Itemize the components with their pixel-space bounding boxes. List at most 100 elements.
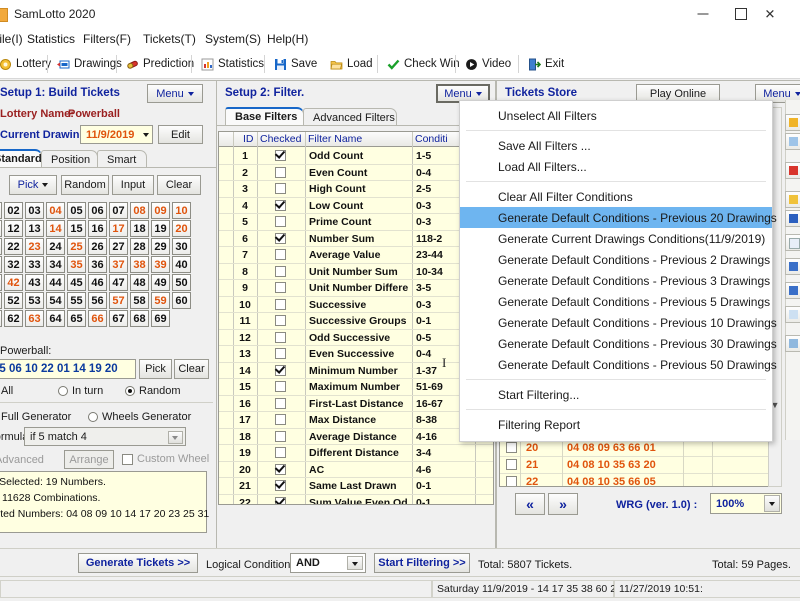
menu-option-13[interactable]: Filtering Report (460, 414, 772, 435)
ticket-row-checkbox[interactable] (506, 459, 517, 470)
maximize-button[interactable] (722, 0, 760, 28)
menu-option-0[interactable]: Unselect All Filters (460, 105, 772, 126)
powerball-clear-button[interactable]: Clear (174, 359, 209, 379)
number-cell-06[interactable]: 06 (88, 202, 107, 219)
filter-row-checkbox[interactable] (275, 480, 286, 491)
filter-row[interactable]: 14 Minimum Number 1-37 (219, 363, 493, 379)
filter-menu-dropdown[interactable]: Unselect All Filters Save All Filters ...… (459, 100, 777, 442)
minimize-button[interactable] (684, 0, 722, 28)
number-cell-23[interactable]: 23 (25, 238, 44, 255)
vtool-coin-button[interactable] (785, 191, 800, 208)
filter-row-checkbox[interactable] (275, 216, 286, 227)
menu-option-5[interactable]: Generate Current Drawings Conditions(11/… (460, 228, 772, 249)
mode-random-radio[interactable] (125, 386, 135, 396)
filter-row-checkbox[interactable] (275, 364, 286, 376)
number-cell-01[interactable]: 01 (0, 202, 2, 219)
number-cell-56[interactable]: 56 (88, 292, 107, 309)
filter-row-checkbox[interactable] (275, 265, 286, 277)
number-cell-16[interactable]: 16 (88, 220, 107, 237)
vtool-settings-button[interactable] (785, 335, 800, 352)
logical-condition-arrow[interactable] (347, 556, 363, 570)
mode-inturn-radio[interactable] (58, 386, 68, 396)
number-cell-22[interactable]: 22 (4, 238, 23, 255)
toolbar-load[interactable]: Load (325, 52, 378, 76)
filter-row[interactable]: 20 AC 4-6 (219, 462, 493, 478)
formula-combo[interactable]: if 5 match 4 (24, 427, 186, 446)
number-cell-52[interactable]: 52 (4, 292, 23, 309)
toolbar-check-win[interactable]: Check Win (382, 52, 465, 76)
powerball-field[interactable]: 25 06 10 22 01 14 19 20 (0, 359, 136, 379)
number-cell-54[interactable]: 54 (46, 292, 65, 309)
filter-row-checkbox[interactable] (275, 150, 286, 161)
number-cell-68[interactable]: 68 (130, 310, 149, 327)
menu-option-9[interactable]: Generate Default Conditions - Previous 1… (460, 312, 777, 333)
zoom-combo[interactable]: 100% (710, 493, 782, 514)
menu-option-11[interactable]: Generate Default Conditions - Previous 5… (460, 354, 777, 375)
menu-item-system[interactable]: System(S) (205, 32, 261, 46)
number-cell-65[interactable]: 65 (67, 310, 86, 327)
filter-row[interactable]: 2 Even Count 0-4 (219, 165, 493, 181)
filter-row[interactable]: 8 Unit Number Sum 10-34 (219, 264, 493, 280)
number-cell-03[interactable]: 03 (25, 202, 44, 219)
number-cell-09[interactable]: 09 (151, 202, 170, 219)
filter-row-checkbox[interactable] (275, 331, 286, 343)
number-cell-38[interactable]: 38 (130, 256, 149, 273)
number-cell-39[interactable]: 39 (151, 256, 170, 273)
menu-item-help[interactable]: Help(H) (267, 32, 308, 46)
number-cell-67[interactable]: 67 (109, 310, 128, 327)
filter-row[interactable]: 5 Prime Count 0-3 (219, 214, 493, 231)
close-button[interactable]: ✕ (762, 0, 800, 28)
number-cell-19[interactable]: 19 (151, 220, 170, 237)
filter-row-checkbox[interactable] (275, 496, 286, 504)
number-cell-44[interactable]: 44 (46, 274, 65, 291)
menu-option-12[interactable]: Start Filtering... (460, 384, 772, 405)
filter-row-checkbox[interactable] (275, 183, 286, 194)
number-cell-07[interactable]: 07 (109, 202, 128, 219)
number-cell-08[interactable]: 08 (130, 202, 149, 219)
filter-row[interactable]: 15 Maximum Number 51-69 (219, 379, 493, 396)
random-button[interactable]: Random (61, 175, 109, 195)
toolbar-video[interactable]: Video (460, 52, 516, 76)
filter-row-checkbox[interactable] (275, 463, 286, 475)
filter-row[interactable]: 10 Successive 0-3 (219, 297, 493, 313)
tab-position[interactable]: Position (41, 150, 98, 168)
filter-row[interactable]: 18 Average Distance 4-16 (219, 429, 493, 445)
edit-drawing-button[interactable]: Edit (158, 125, 203, 144)
number-grid[interactable]: 01 02 03 04 05 06 07 08 09 10 11 12 13 14 15 16 17 18 19 20… (0, 202, 213, 329)
filter-row-checkbox[interactable] (275, 232, 286, 244)
number-cell-15[interactable]: 15 (67, 220, 86, 237)
number-cell-48[interactable]: 48 (130, 274, 149, 291)
zoom-combo-arrow[interactable] (764, 495, 780, 512)
filter-row[interactable]: 3 High Count 2-5 (219, 181, 493, 198)
number-cell-02[interactable]: 02 (4, 202, 23, 219)
setup1-menu-button[interactable]: Menu (147, 84, 203, 103)
tab-smart[interactable]: Smart (97, 150, 147, 168)
ticket-row-checkbox[interactable] (506, 476, 517, 486)
number-cell-53[interactable]: 53 (25, 292, 44, 309)
number-cell-21[interactable]: 21 (0, 238, 2, 255)
number-cell-17[interactable]: 17 (109, 220, 128, 237)
number-cell-20[interactable]: 20 (172, 220, 191, 237)
number-cell-26[interactable]: 26 (88, 238, 107, 255)
toolbar-prediction[interactable]: Prediction (121, 52, 199, 76)
ticket-row[interactable]: 20 04 08 09 63 66 01 (500, 440, 781, 457)
filter-row-checkbox[interactable] (275, 282, 286, 293)
number-cell-11[interactable]: 11 (0, 220, 2, 237)
filter-row-checkbox[interactable] (275, 414, 286, 425)
number-cell-43[interactable]: 43 (25, 274, 44, 291)
number-cell-49[interactable]: 49 (151, 274, 170, 291)
filter-row[interactable]: 9 Unit Number Differe 3-5 (219, 280, 493, 297)
menu-option-6[interactable]: Generate Default Conditions - Previous 2… (460, 249, 772, 270)
number-cell-60[interactable]: 60 (172, 292, 191, 309)
logical-condition-combo[interactable]: AND (290, 553, 366, 573)
number-cell-18[interactable]: 18 (130, 220, 149, 237)
vtool-warning-button[interactable] (785, 114, 800, 131)
vtool-save-button[interactable] (785, 210, 800, 227)
arrange-button[interactable]: Arrange (64, 450, 114, 469)
number-cell-40[interactable]: 40 (172, 256, 191, 273)
first-page-button[interactable]: « (515, 493, 545, 515)
filter-row-checkbox[interactable] (275, 249, 286, 260)
filter-row-checkbox[interactable] (275, 381, 286, 392)
vtool-refresh-button[interactable] (785, 306, 800, 323)
number-cell-37[interactable]: 37 (109, 256, 128, 273)
